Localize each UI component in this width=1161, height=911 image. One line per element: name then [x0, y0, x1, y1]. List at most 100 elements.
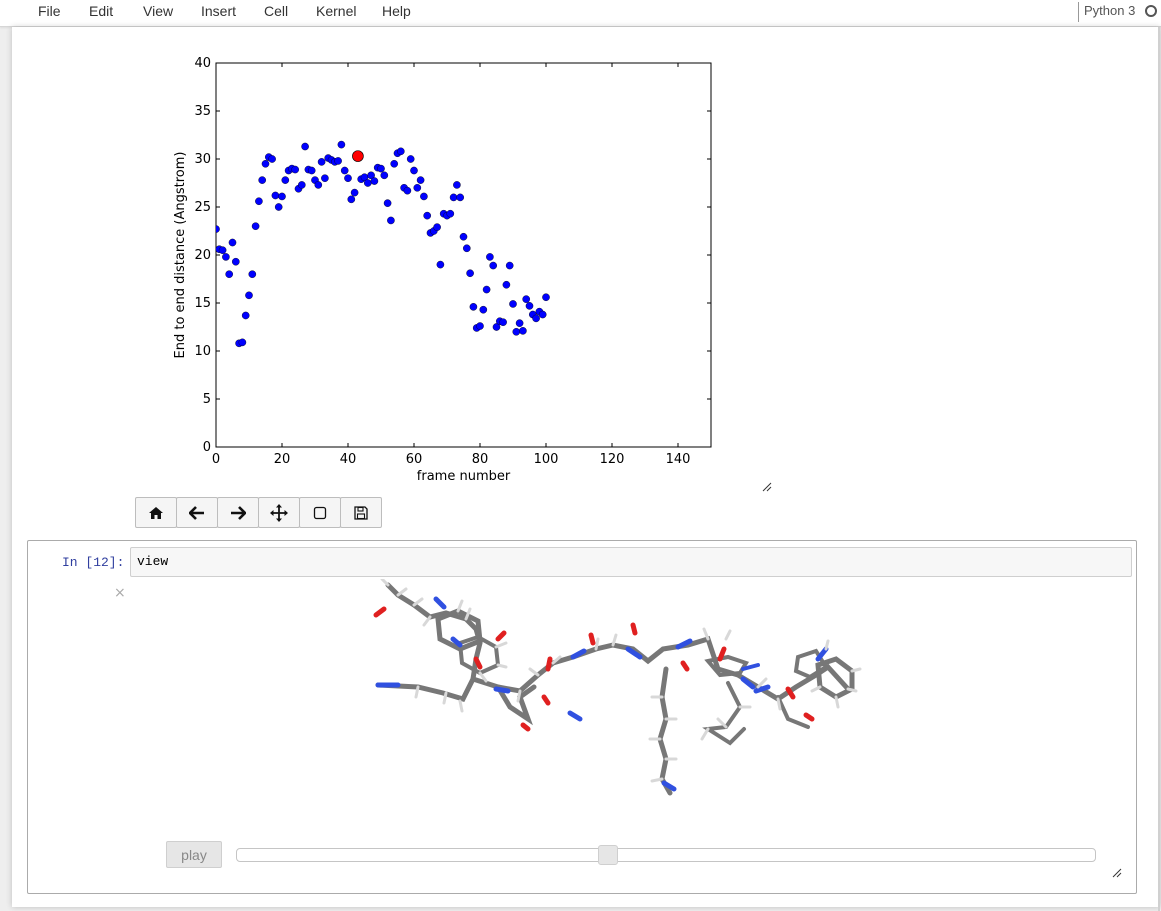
- data-point: [525, 302, 534, 310]
- data-point: [486, 253, 494, 261]
- data-point: [216, 225, 220, 233]
- save-figure-button[interactable]: [340, 497, 382, 528]
- y-tick-label: 35: [194, 104, 211, 119]
- data-point: [416, 176, 425, 184]
- data-point: [278, 192, 286, 201]
- menu-cell[interactable]: Cell: [264, 3, 288, 19]
- y-tick-label: 5: [203, 392, 211, 407]
- save-icon: [354, 505, 368, 520]
- data-point: [321, 174, 329, 182]
- y-tick-label: 40: [194, 56, 211, 71]
- zoom-rect-icon: [313, 506, 327, 519]
- data-point: [462, 244, 471, 253]
- y-tick-label: 0: [203, 440, 211, 455]
- data-point: [436, 260, 445, 269]
- close-widget-icon[interactable]: ×: [114, 585, 126, 601]
- frame-slider[interactable]: [236, 845, 1096, 865]
- data-point: [522, 295, 531, 303]
- data-point: [344, 174, 352, 182]
- plot-area: [215, 62, 712, 448]
- data-point: [502, 280, 511, 289]
- data-point: [347, 195, 356, 204]
- back-arrow-icon: [189, 505, 204, 520]
- data-point: [314, 181, 323, 189]
- data-point: [238, 338, 247, 347]
- x-tick-label: 120: [600, 452, 625, 467]
- code-input-area[interactable]: view: [130, 547, 1132, 577]
- data-point: [387, 216, 395, 225]
- data-point: [248, 270, 257, 278]
- forward-arrow-icon: [231, 505, 246, 520]
- forward-button[interactable]: [217, 497, 259, 528]
- menu-kernel[interactable]: Kernel: [316, 3, 356, 19]
- data-point: [307, 166, 316, 175]
- data-point: [489, 261, 498, 270]
- data-point: [482, 285, 491, 294]
- x-axis-label: frame number: [417, 469, 511, 484]
- data-point: [261, 160, 270, 168]
- scrollbar-edge: [1158, 27, 1160, 911]
- y-tick-label: 15: [194, 296, 211, 311]
- pan-button[interactable]: [258, 497, 300, 528]
- figure-resize-handle-icon[interactable]: [762, 482, 772, 492]
- home-icon: [149, 506, 163, 519]
- widget-resize-handle-icon[interactable]: [1112, 868, 1122, 878]
- data-point: [297, 181, 306, 189]
- data-point: [453, 181, 461, 189]
- data-point: [245, 291, 253, 300]
- x-tick-label: 20: [274, 452, 291, 467]
- y-tick-label: 25: [194, 200, 211, 215]
- input-prompt: In [12]:: [62, 555, 125, 570]
- data-point: [512, 327, 521, 336]
- data-point: [225, 270, 233, 278]
- x-tick-label: 60: [406, 452, 423, 467]
- data-point: [370, 177, 379, 185]
- data-point: [383, 199, 392, 207]
- data-point: [281, 176, 290, 184]
- data-point: [390, 160, 398, 168]
- menubar: File Edit View Insert Cell Kernel Help P…: [0, 0, 1161, 27]
- scatter-chart[interactable]: 0 20 40 60 80 100 120 140 0 5 10 15 20 25 30 35 40 frame …: [160, 50, 750, 490]
- code-text: view: [137, 554, 169, 569]
- data-point: [380, 171, 389, 180]
- menu-view[interactable]: View: [143, 3, 173, 19]
- pan-move-icon: [270, 503, 288, 522]
- menu-file[interactable]: File: [38, 3, 61, 19]
- data-point: [532, 314, 540, 323]
- menu-edit[interactable]: Edit: [89, 3, 113, 19]
- home-button[interactable]: [135, 497, 177, 528]
- data-point: [459, 232, 468, 241]
- data-point: [538, 310, 547, 319]
- data-point: [291, 165, 299, 174]
- play-button[interactable]: play: [166, 841, 222, 868]
- x-tick-label: 0: [212, 452, 220, 467]
- molecule-3d-view[interactable]: [348, 579, 888, 824]
- code-cell[interactable]: In [12]: view × play: [27, 540, 1137, 894]
- data-point: [218, 246, 227, 254]
- data-point: [479, 305, 488, 314]
- data-point: [241, 311, 250, 320]
- data-point: [505, 261, 514, 270]
- highlighted-point: [352, 150, 364, 162]
- data-point: [469, 303, 478, 311]
- x-tick-label: 100: [534, 452, 559, 467]
- kernel-name: Python 3: [1084, 3, 1136, 18]
- data-point: [337, 140, 346, 149]
- data-point: [350, 188, 359, 197]
- data-point: [499, 318, 507, 327]
- y-axis-label: End to end distance (Angstrom): [173, 152, 188, 359]
- data-point: [403, 186, 412, 195]
- data-point: [515, 319, 524, 327]
- zoom-rect-button[interactable]: [299, 497, 341, 528]
- data-point: [433, 223, 441, 231]
- menu-help[interactable]: Help: [382, 3, 411, 19]
- data-point: [519, 327, 527, 335]
- menu-insert[interactable]: Insert: [201, 3, 236, 19]
- data-point: [509, 300, 517, 308]
- data-point: [340, 166, 349, 175]
- data-point: [406, 155, 415, 163]
- y-tick-label: 10: [194, 344, 211, 359]
- data-point: [420, 192, 428, 201]
- back-button[interactable]: [176, 497, 218, 528]
- frame-slider-handle[interactable]: [598, 845, 618, 865]
